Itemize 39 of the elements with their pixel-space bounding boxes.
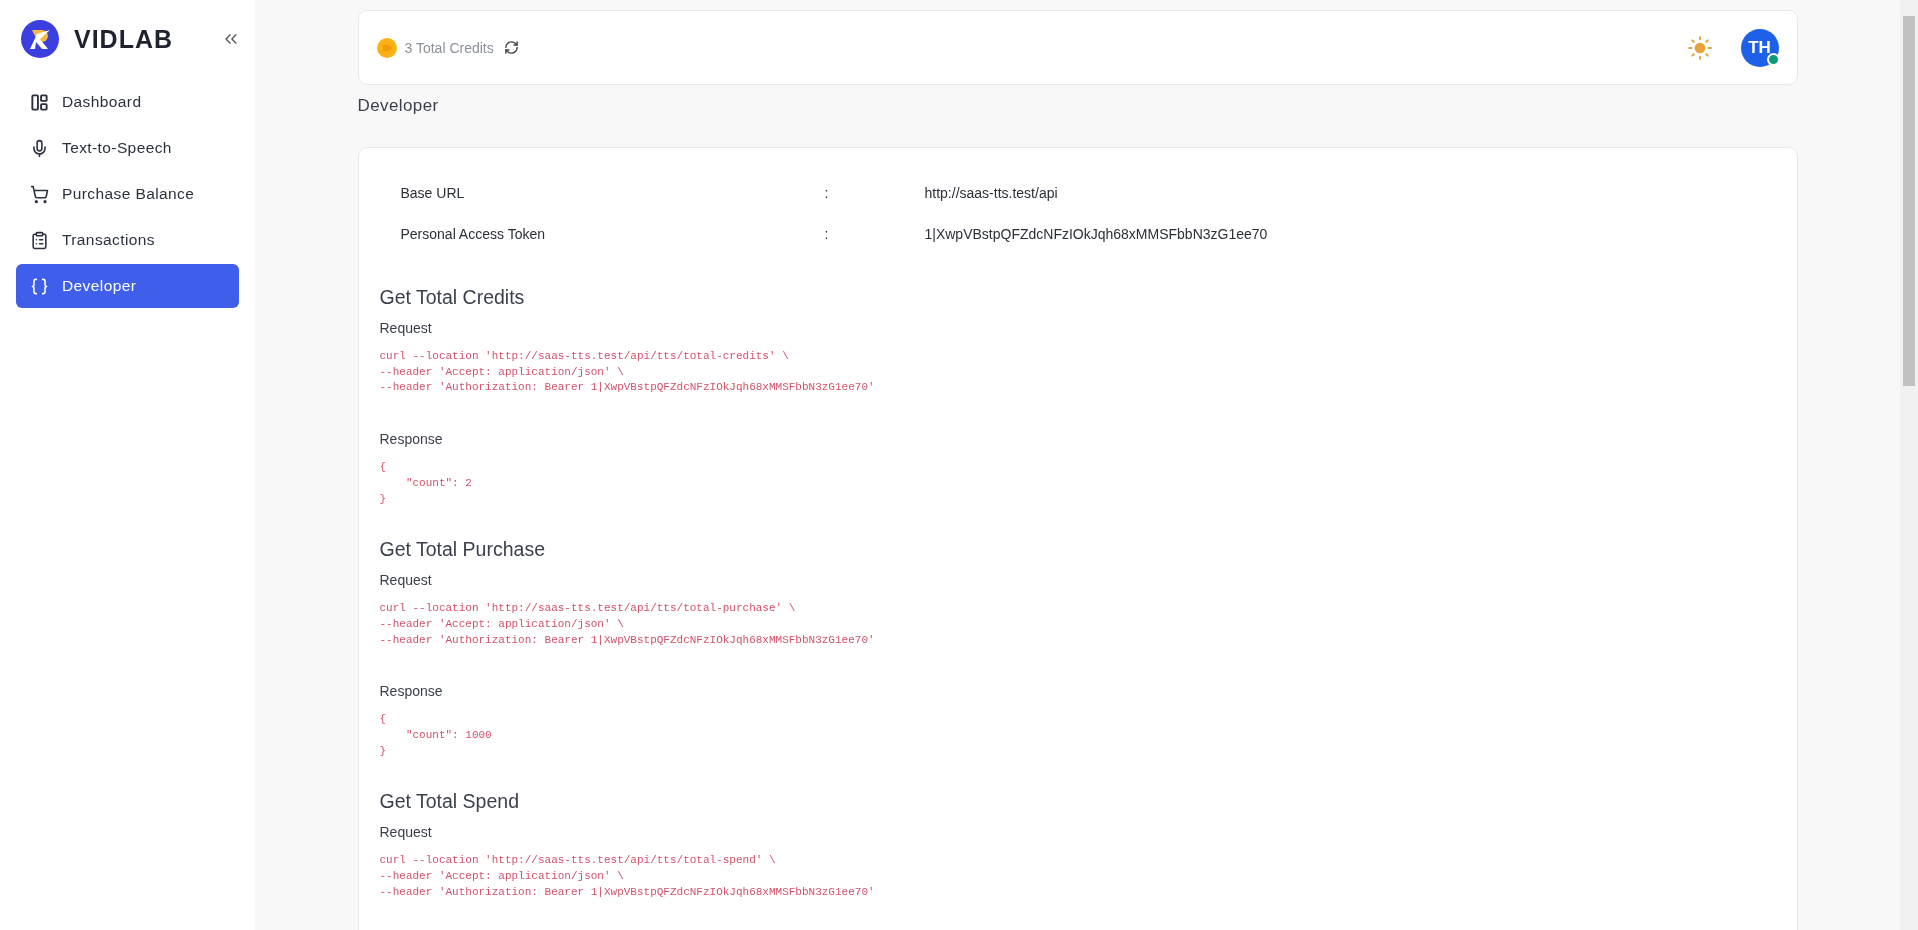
cart-icon — [30, 184, 49, 204]
refresh-button[interactable] — [503, 40, 519, 55]
page-title: Developer — [357, 96, 440, 116]
nav-item[interactable]: Dashboard — [16, 80, 239, 124]
response-label: Response — [379, 683, 444, 700]
user-avatar[interactable]: TH — [1740, 28, 1779, 67]
clipboard-icon — [30, 230, 49, 250]
coin-icon — [376, 37, 397, 58]
info-value: 1|XwpVBstpQFZdcNFzIOkJqh68xMMSFbbN3zG1ee70 — [924, 225, 1269, 242]
response-code: { "count": 2 } — [379, 460, 473, 507]
separator: : — [824, 184, 830, 201]
braces-icon — [30, 276, 49, 296]
nav-item[interactable]: Text-to-Speech — [16, 126, 239, 170]
section-heading: Get Total Purchase — [379, 538, 546, 562]
info-value: http://saas-tts.test/api — [924, 184, 1059, 201]
request-code: curl --location 'http://saas-tts.test/api/tts/total-purchase' \ --header 'Accept: application/json' \ --header 'Authorization: Bearer 1|XwpVBstpQFZdcNFzIOkJqh68xMMSFbbN3zG1ee70' — [379, 601, 876, 648]
nav-item[interactable]: Purchase Balance — [16, 172, 239, 216]
microphone-icon — [30, 138, 49, 158]
separator: : — [824, 225, 830, 242]
request-label: Request — [379, 572, 433, 589]
scrollbar-thumb[interactable] — [1903, 16, 1915, 386]
brand-name: VIDLAB — [74, 24, 174, 54]
credits-count: 3 Total Credits — [404, 39, 494, 56]
request-label: Request — [379, 320, 433, 336]
info-label: Base URL — [400, 184, 466, 201]
nav-item[interactable]: Developer — [16, 264, 239, 308]
info-label: Personal Access Token — [400, 225, 546, 242]
section-heading: Get Total Credits — [379, 286, 526, 309]
response-code: { "count": 1000 } — [379, 712, 493, 759]
theme-toggle[interactable] — [1686, 34, 1713, 61]
section-heading: Get Total Spend — [379, 790, 520, 814]
response-label: Response — [379, 431, 444, 448]
logo-icon — [21, 20, 59, 58]
nav-item[interactable]: Transactions — [16, 218, 239, 262]
scrollbar[interactable] — [1900, 0, 1918, 930]
layout-icon — [30, 92, 49, 112]
request-code: curl --location 'http://saas-tts.test/api/tts/total-spend' \ --header 'Accept: application/json' \ --header 'Authorization: Bearer 1|XwpVBstpQFZdcNFzIOkJqh68xMMSFbbN3zG1ee70' — [379, 853, 876, 900]
request-code: curl --location 'http://saas-tts.test/api/tts/total-credits' \ --header 'Accept: application/json' \ --header 'Authorization: Bearer 1|XwpVBstpQFZdcNFzIOkJqh68xMMSFbbN3zG1ee70' — [379, 349, 876, 396]
request-label: Request — [379, 824, 433, 841]
